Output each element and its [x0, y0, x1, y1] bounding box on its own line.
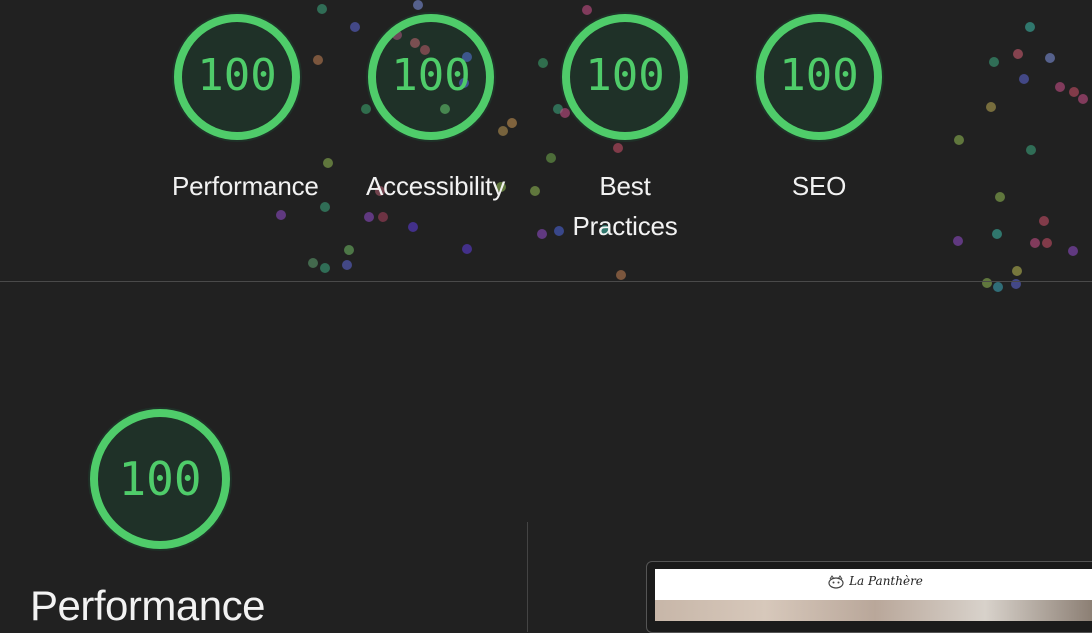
final-screenshot[interactable]: La Panthère	[655, 569, 1092, 621]
site-brand: La Panthère	[655, 574, 1092, 589]
gauge-label: Performance	[172, 171, 319, 201]
column-divider	[527, 522, 528, 632]
gauge-performance[interactable]: 100 Performance	[172, 12, 319, 206]
gauge-best-practices[interactable]: 100 Best Practices	[560, 12, 690, 246]
gauge-label: SEO	[791, 171, 847, 201]
performance-score-gauge: 100	[88, 407, 232, 551]
score-value: 100	[779, 50, 859, 101]
site-brand-name: La Panthère	[849, 574, 923, 588]
section-divider	[0, 281, 1092, 282]
site-header: La Panthère	[655, 569, 1092, 601]
score-gauge[interactable]: 100	[172, 12, 302, 142]
score-value: 100	[585, 50, 665, 101]
gauge-accessibility[interactable]: 100 Accessibility	[366, 12, 505, 206]
score-gauge[interactable]: 100	[366, 12, 496, 142]
score-value: 100	[391, 50, 471, 101]
gauge-label: Accessibility	[366, 171, 505, 201]
gauge-seo[interactable]: 100 SEO	[754, 12, 884, 206]
section-title: Performance	[30, 582, 265, 629]
score-gauge[interactable]: 100	[754, 12, 884, 142]
panther-logo-icon	[828, 574, 844, 589]
hero-photo	[655, 600, 1092, 621]
score-gauge[interactable]: 100	[560, 12, 690, 142]
score-value: 100	[118, 452, 202, 506]
confetti-decoration	[0, 0, 1092, 300]
score-value: 100	[197, 50, 277, 101]
gauge-label: Best Practices	[572, 171, 678, 241]
